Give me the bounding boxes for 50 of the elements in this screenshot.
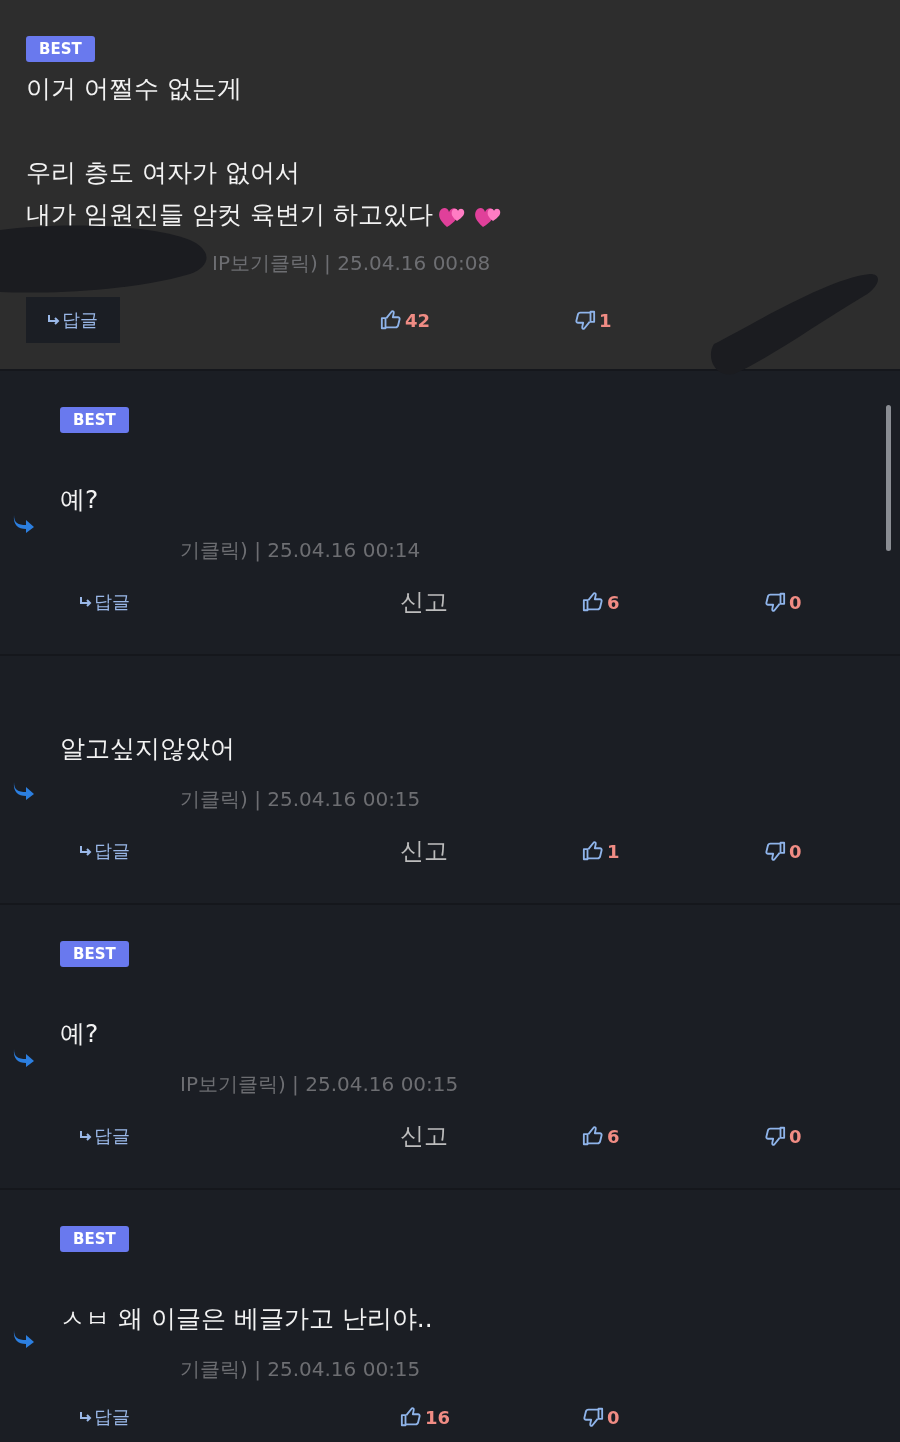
like-button[interactable]: 42 xyxy=(380,309,431,331)
reply-button[interactable]: 답글 xyxy=(80,839,130,863)
reply-button[interactable]: 답글 xyxy=(26,297,120,343)
best-badge: BEST xyxy=(60,407,129,433)
report-button[interactable]: 신고 xyxy=(400,835,448,867)
thumbs-up-icon xyxy=(380,309,402,331)
reply-button[interactable]: 답글 xyxy=(80,1405,130,1429)
reply-arrow-icon xyxy=(80,846,92,856)
report-button[interactable]: 신고 xyxy=(400,1120,448,1152)
best-badge: BEST xyxy=(60,941,129,967)
reply-button[interactable]: 답글 xyxy=(80,1124,130,1148)
thumbs-down-icon xyxy=(574,309,596,331)
comment-text: 예? xyxy=(60,485,99,514)
comment-text: 우리 층도 여자가 없어서 xyxy=(26,158,300,187)
dislike-button[interactable]: 0 xyxy=(764,591,802,613)
thumbs-down-icon xyxy=(764,1125,786,1147)
comment-meta: 기클릭) | 25.04.16 00:14 xyxy=(180,537,421,564)
reply-arrow-icon xyxy=(80,1131,92,1141)
reply-arrow-icon xyxy=(80,597,92,607)
comment-text: 내가 임원진들 암컷 육변기 하고있다 xyxy=(26,200,433,229)
thumbs-up-icon xyxy=(582,1125,604,1147)
dislike-button[interactable]: 0 xyxy=(764,1125,802,1147)
comment-text: 이거 어쩔수 없는게 xyxy=(26,74,242,103)
report-button[interactable]: 신고 xyxy=(400,586,448,618)
like-button[interactable]: 1 xyxy=(582,840,620,862)
comment-meta: IP보기클릭) | 25.04.16 00:08 xyxy=(212,250,491,277)
dislike-button[interactable]: 1 xyxy=(574,309,612,331)
comment-text: 예? xyxy=(60,1019,99,1048)
comment-text: ㅅㅂ 왜 이글은 베글가고 난리야.. xyxy=(60,1304,433,1333)
best-badge: BEST xyxy=(60,1226,129,1252)
dislike-button[interactable]: 0 xyxy=(764,840,802,862)
dislike-button[interactable]: 0 xyxy=(582,1406,620,1428)
thumbs-up-icon xyxy=(582,591,604,613)
like-button[interactable]: 16 xyxy=(400,1406,451,1428)
reply-arrow-icon xyxy=(48,315,60,325)
thumbs-down-icon xyxy=(764,840,786,862)
thumbs-up-icon xyxy=(400,1406,422,1428)
thumbs-down-icon xyxy=(764,591,786,613)
reply-arrow-icon xyxy=(80,1412,92,1422)
comment-meta: IP보기클릭) | 25.04.16 00:15 xyxy=(180,1071,459,1098)
scrollbar[interactable] xyxy=(886,405,891,551)
thumbs-down-icon xyxy=(582,1406,604,1428)
comment-text: 알고싶지않았어 xyxy=(60,734,235,763)
comment-meta: 기클릭) | 25.04.16 00:15 xyxy=(180,786,421,813)
like-button[interactable]: 6 xyxy=(582,1125,620,1147)
comment-meta: 기클릭) | 25.04.16 00:15 xyxy=(180,1356,421,1383)
best-badge: BEST xyxy=(26,36,95,62)
thumbs-up-icon xyxy=(582,840,604,862)
like-button[interactable]: 6 xyxy=(582,591,620,613)
reply-button[interactable]: 답글 xyxy=(80,590,130,614)
